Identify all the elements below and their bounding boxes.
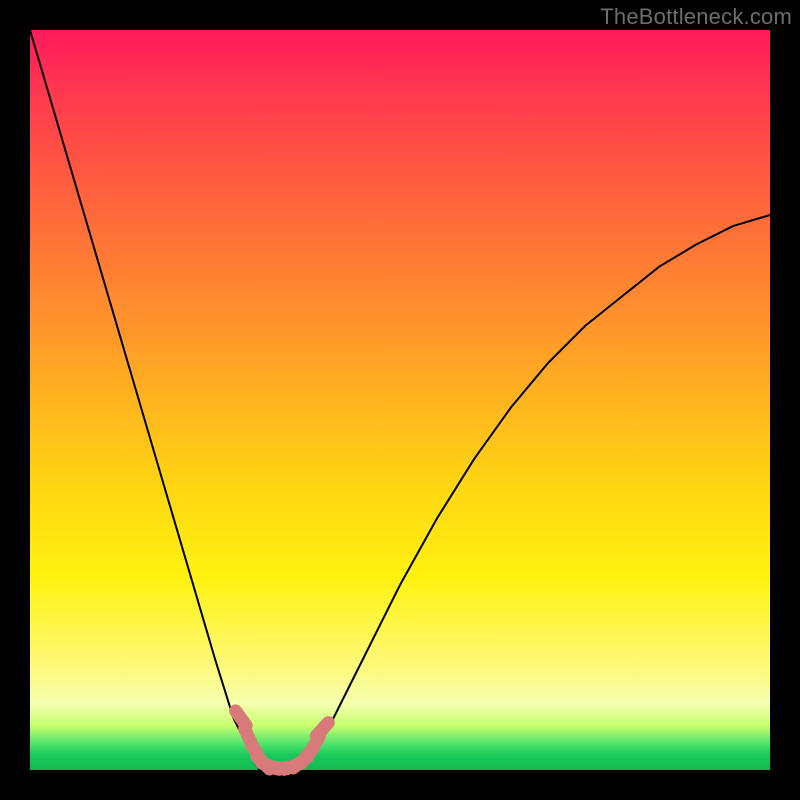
curve-path (30, 30, 770, 770)
chart-svg (30, 30, 770, 770)
chart-plot-area (30, 30, 770, 770)
watermark-text: TheBottleneck.com (600, 4, 792, 30)
chart-frame: TheBottleneck.com (0, 0, 800, 800)
bottleneck-curve (30, 30, 770, 770)
highlight-markers (236, 711, 329, 769)
highlight-marker (316, 723, 328, 736)
